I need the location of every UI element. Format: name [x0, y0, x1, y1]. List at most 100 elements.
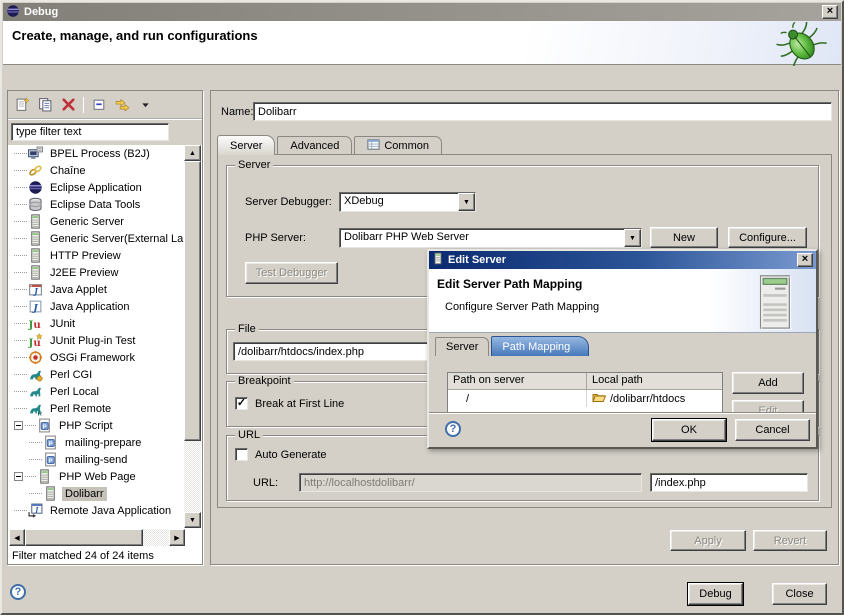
name-input[interactable]	[253, 102, 832, 121]
vertical-scroll-thumb[interactable]	[184, 161, 201, 441]
tree-item-generic-server[interactable]: Generic Server	[9, 213, 185, 230]
break-first-line-checkbox[interactable]	[235, 397, 248, 410]
tree-item-http-preview[interactable]: HTTP Preview	[9, 247, 185, 264]
tree-item-cha-ne[interactable]: Chaîne	[9, 162, 185, 179]
help-icon[interactable]	[10, 584, 26, 600]
dialog-heading: Edit Server Path Mapping	[437, 277, 582, 291]
menu-arrow-icon[interactable]	[135, 95, 155, 115]
duplicate-config-icon[interactable]	[35, 95, 55, 115]
collapse-expander-icon[interactable]	[14, 472, 23, 481]
tree-item-label: Generic Server	[47, 215, 127, 229]
tree-item-mailing-prepare[interactable]: Pmailing-prepare	[9, 434, 185, 451]
perlcgi-icon	[28, 367, 43, 382]
url-path-input[interactable]	[650, 473, 808, 492]
tree-item-generic-server-external-la[interactable]: Generic Server(External La	[9, 230, 185, 247]
server-icon	[28, 248, 43, 263]
tree-item-java-application[interactable]: JJava Application	[9, 298, 185, 315]
page-title: Create, manage, and run configurations	[12, 28, 258, 43]
tree-item-j2ee-preview[interactable]: J2EE Preview	[9, 264, 185, 281]
dialog-header: Edit Server Path Mapping Configure Serve…	[429, 269, 816, 333]
tree-item-perl-local[interactable]: Perl Local	[9, 383, 185, 400]
tree-item-mailing-send[interactable]: Pmailing-send	[9, 451, 185, 468]
php-server-label: PHP Server:	[245, 232, 306, 244]
cancel-button[interactable]: Cancel	[735, 419, 810, 441]
tree-item-label: Generic Server(External La	[47, 232, 185, 246]
close-icon[interactable]	[822, 5, 838, 19]
server-debugger-select[interactable]: XDebug	[339, 192, 476, 212]
applet-icon: J	[28, 282, 43, 297]
tab-advanced[interactable]: Advanced	[277, 136, 352, 155]
scroll-down-icon[interactable]	[184, 512, 201, 528]
new-server-button[interactable]: New	[650, 227, 718, 248]
tree-item-junit-plug-in-test[interactable]: Ju JUnit Plug-in Test	[9, 332, 185, 349]
apply-button[interactable]: Apply	[670, 530, 746, 551]
tab-common[interactable]: Common	[354, 136, 442, 155]
tree-item-eclipse-data-tools[interactable]: Eclipse Data Tools	[9, 196, 185, 213]
tree-item-remote-java-application[interactable]: JRemote Java Application	[9, 502, 185, 519]
collapse-all-icon[interactable]	[89, 95, 109, 115]
tree-item-label: JUnit Plug-in Test	[47, 334, 138, 348]
debug-window: Debug Create, manage, and run configurat…	[0, 0, 844, 615]
tree-item-perl-cgi[interactable]: Perl CGI	[9, 366, 185, 383]
revert-button[interactable]: Revert	[753, 530, 827, 551]
tree-item-label: JUnit	[47, 317, 78, 331]
add-mapping-button[interactable]: Add	[732, 372, 804, 394]
scroll-right-icon[interactable]	[169, 529, 185, 546]
test-debugger-button[interactable]: Test Debugger	[245, 262, 338, 284]
delete-config-icon[interactable]	[58, 95, 78, 115]
tab-label: Server	[230, 140, 262, 152]
scroll-left-icon[interactable]	[9, 529, 25, 546]
dialog-help-icon[interactable]	[445, 421, 461, 437]
tree-vertical-scrollbar[interactable]	[184, 145, 201, 528]
horizontal-scroll-thumb[interactable]	[25, 529, 143, 546]
tree-item-label: Chaîne	[47, 164, 88, 178]
dialog-tab-server[interactable]: Server	[435, 337, 489, 356]
tree-item-label: HTTP Preview	[47, 249, 124, 263]
filter-input[interactable]	[11, 123, 169, 141]
dialog-tab-path-mapping[interactable]: Path Mapping	[491, 336, 589, 356]
configure-server-button[interactable]: Configure...	[728, 227, 807, 248]
collapse-expander-icon[interactable]	[14, 421, 23, 430]
server-icon	[432, 252, 444, 268]
tree-item-dolibarr[interactable]: Dolibarr	[9, 485, 185, 502]
tree-item-eclipse-application[interactable]: Eclipse Application	[9, 179, 185, 196]
tree-item-perl-remote[interactable]: RPerl Remote	[9, 400, 185, 417]
debug-button[interactable]: Debug	[688, 583, 743, 605]
php-server-select[interactable]: Dolibarr PHP Web Server	[339, 228, 642, 248]
window-titlebar: Debug	[3, 3, 841, 21]
tree-item-bpel-process-b2j[interactable]: BPEL Process (B2J)	[9, 145, 185, 162]
tree-item-php-script[interactable]: PPHP Script	[9, 417, 185, 434]
table-row[interactable]: //dolibarr/htdocs	[448, 390, 722, 407]
svg-text:Ju: Ju	[28, 319, 41, 331]
junitp-icon: Ju	[28, 333, 43, 348]
column-header-path-on-server[interactable]: Path on server	[448, 373, 587, 390]
svg-text:P: P	[49, 458, 53, 464]
server-icon	[28, 265, 43, 280]
local-path-value: /dolibarr/htdocs	[610, 393, 685, 405]
server-icon	[28, 214, 43, 229]
tree-item-osgi-framework[interactable]: OSGi Framework	[9, 349, 185, 366]
dialog-tabs: ServerPath Mapping	[435, 333, 591, 356]
db-icon	[28, 197, 43, 212]
scroll-up-icon[interactable]	[184, 145, 201, 161]
ok-button[interactable]: OK	[652, 419, 726, 441]
breakpoint-group-legend: Breakpoint	[235, 375, 294, 387]
tree-item-label: PHP Web Page	[56, 470, 139, 484]
new-config-icon[interactable]	[12, 95, 32, 115]
tree-item-junit[interactable]: Ju JUnit	[9, 315, 185, 332]
close-button[interactable]: Close	[772, 583, 827, 605]
tree-item-label: Perl CGI	[47, 368, 95, 382]
tree-horizontal-scrollbar[interactable]	[9, 529, 185, 546]
table-icon	[367, 138, 380, 154]
tree-item-label: Dolibarr	[62, 487, 107, 501]
filter-config-icon[interactable]	[112, 95, 132, 115]
tab-server[interactable]: Server	[217, 135, 275, 155]
break-first-line-label: Break at First Line	[255, 398, 344, 410]
auto-generate-checkbox[interactable]	[235, 448, 248, 461]
column-header-local-path[interactable]: Local path	[587, 373, 723, 390]
tree-item-php-web-page[interactable]: PHP Web Page	[9, 468, 185, 485]
tree-item-java-applet[interactable]: JJava Applet	[9, 281, 185, 298]
chevron-down-icon[interactable]	[458, 193, 475, 211]
chevron-down-icon[interactable]	[624, 229, 641, 247]
dialog-close-icon[interactable]	[797, 253, 813, 267]
